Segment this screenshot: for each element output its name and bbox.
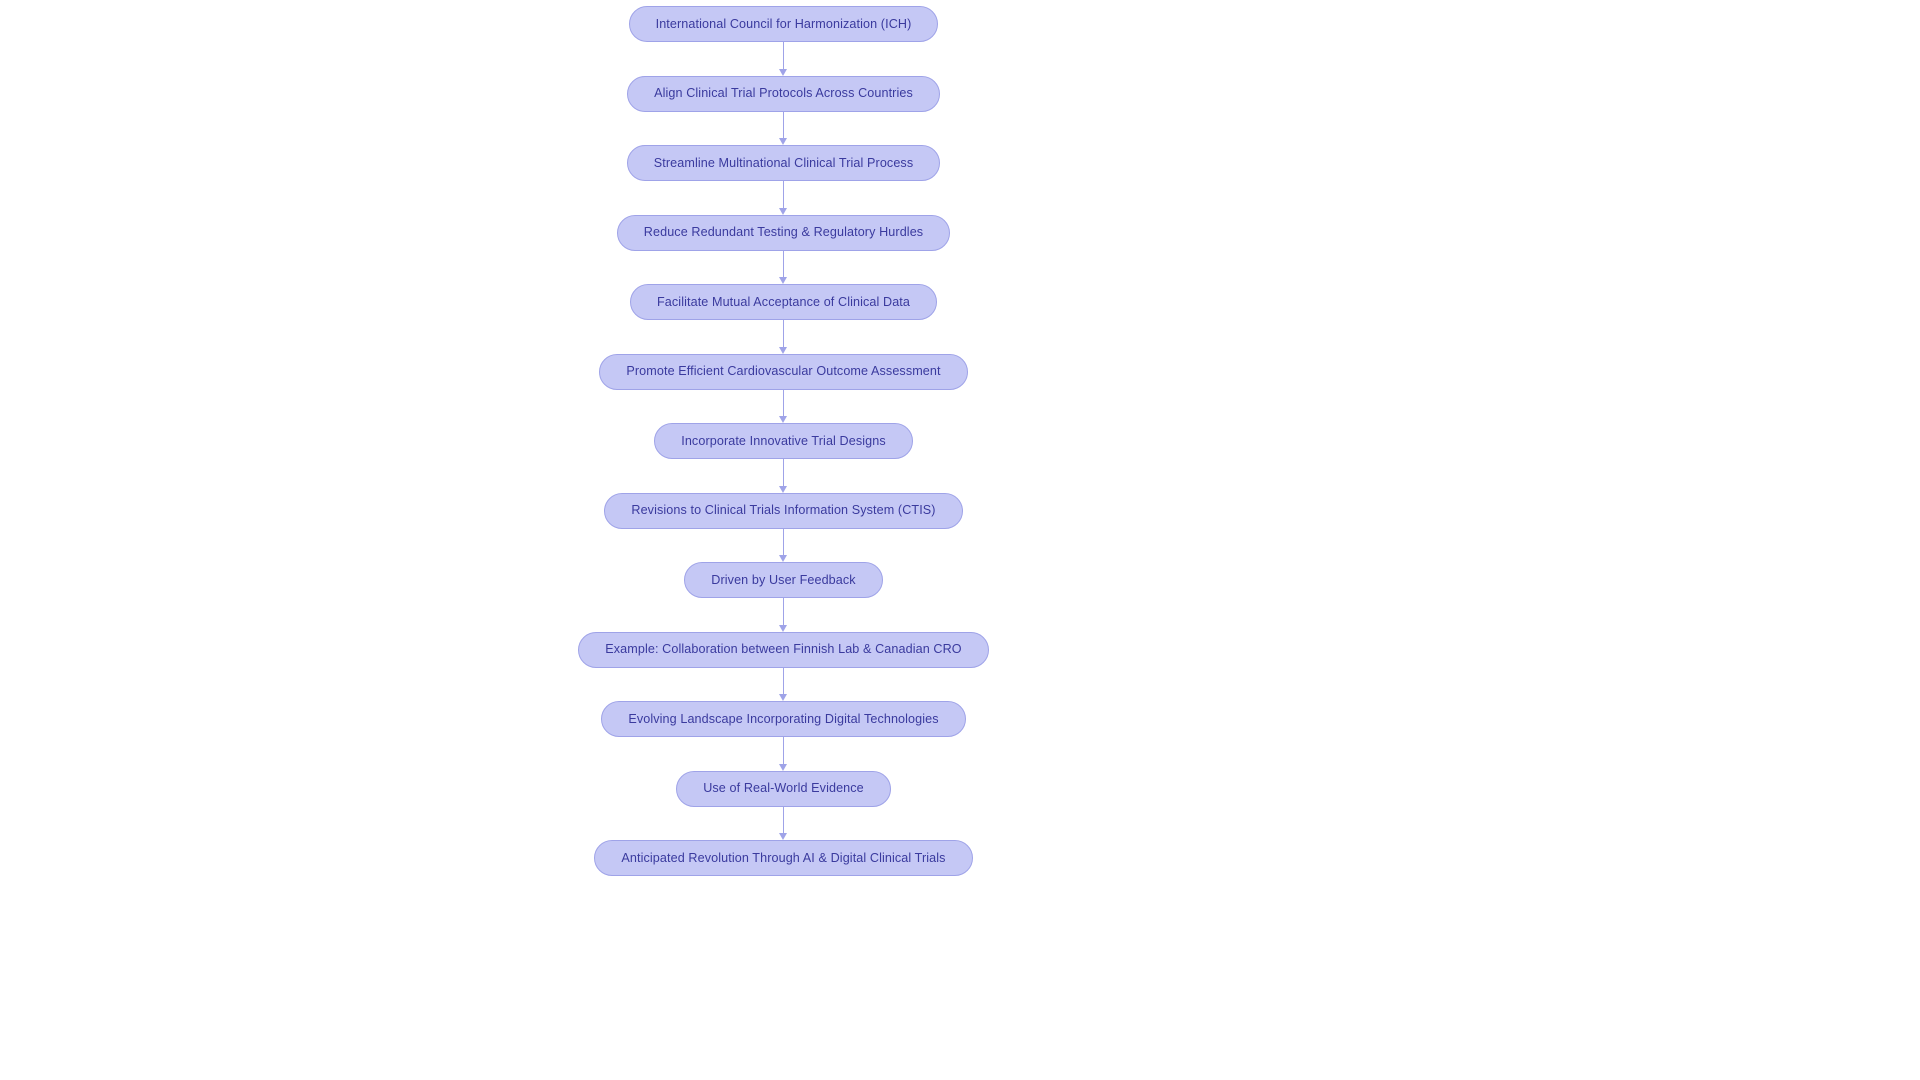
flow-connector-arrow	[779, 598, 789, 632]
flow-connector-arrow	[779, 181, 789, 215]
flowchart-node[interactable]: Align Clinical Trial Protocols Across Co…	[627, 75, 940, 112]
connector-line	[782, 111, 785, 139]
connector-line	[782, 598, 785, 625]
connector-line	[782, 667, 785, 695]
arrow-down-icon	[779, 624, 787, 632]
flowchart-node-label: International Council for Harmonization …	[655, 16, 912, 31]
flowchart-node-label: Align Clinical Trial Protocols Across Co…	[654, 86, 913, 101]
flow-connector-arrow	[779, 737, 789, 771]
flow-connector-arrow	[779, 111, 789, 145]
flowchart-node-chain: International Council for Harmonization …	[0, 6, 1567, 876]
flowchart-node[interactable]: Anticipated Revolution Through AI & Digi…	[594, 840, 973, 876]
flow-connector-arrow	[779, 528, 789, 562]
flow-connector-arrow	[779, 459, 789, 493]
arrow-down-icon	[779, 555, 787, 562]
arrow-down-icon	[779, 346, 787, 354]
flowchart-node-label: Revisions to Clinical Trials Information…	[631, 503, 936, 518]
flowchart-node[interactable]: Use of Real-World Evidence	[676, 770, 891, 807]
flowchart-node[interactable]: Revisions to Clinical Trials Information…	[604, 492, 963, 529]
flowchart-node-label: Anticipated Revolution Through AI & Digi…	[621, 850, 946, 865]
arrow-down-icon	[779, 694, 787, 701]
arrow-down-icon	[779, 833, 787, 840]
arrow-down-icon	[779, 485, 787, 493]
arrow-down-icon	[779, 416, 787, 423]
connector-line	[782, 459, 785, 486]
connector-line	[782, 806, 785, 834]
flow-connector-arrow	[779, 667, 789, 701]
flowchart-canvas: International Council for Harmonization …	[0, 0, 1920, 1080]
flowchart-node-label: Use of Real-World Evidence	[703, 781, 864, 796]
flowchart-node[interactable]: Reduce Redundant Testing & Regulatory Hu…	[616, 214, 951, 251]
flowchart-node[interactable]: Example: Collaboration between Finnish L…	[578, 631, 989, 668]
flowchart-node-label: Streamline Multinational Clinical Trial …	[653, 155, 914, 170]
connector-line	[782, 528, 785, 556]
connector-line	[782, 250, 785, 278]
connector-line	[782, 389, 785, 417]
flowchart-node[interactable]: Incorporate Innovative Trial Designs	[654, 423, 913, 459]
connector-line	[782, 737, 785, 764]
arrow-down-icon	[779, 207, 787, 215]
flowchart-node-label: Evolving Landscape Incorporating Digital…	[628, 711, 939, 726]
connector-line	[782, 181, 785, 208]
flowchart-node[interactable]: Streamline Multinational Clinical Trial …	[626, 145, 941, 181]
flowchart-node[interactable]: Evolving Landscape Incorporating Digital…	[601, 701, 966, 737]
flow-connector-arrow	[779, 42, 789, 76]
arrow-down-icon	[779, 68, 787, 76]
flowchart-node-label: Example: Collaboration between Finnish L…	[605, 642, 962, 657]
flowchart-node-label: Incorporate Innovative Trial Designs	[681, 433, 886, 448]
connector-line	[782, 42, 785, 69]
flowchart-node-label: Promote Efficient Cardiovascular Outcome…	[626, 364, 941, 379]
connector-line	[782, 320, 785, 347]
flow-connector-arrow	[779, 389, 789, 423]
flowchart-node[interactable]: Promote Efficient Cardiovascular Outcome…	[599, 353, 968, 390]
arrow-down-icon	[779, 277, 787, 284]
flowchart-node-label: Facilitate Mutual Acceptance of Clinical…	[657, 294, 910, 309]
arrow-down-icon	[779, 138, 787, 145]
flow-connector-arrow	[779, 250, 789, 284]
flowchart-node[interactable]: International Council for Harmonization …	[628, 6, 939, 42]
arrow-down-icon	[779, 763, 787, 771]
flowchart-node-label: Driven by User Feedback	[711, 572, 856, 587]
flow-connector-arrow	[779, 806, 789, 840]
flowchart-node[interactable]: Facilitate Mutual Acceptance of Clinical…	[630, 284, 937, 320]
flowchart-node-label: Reduce Redundant Testing & Regulatory Hu…	[643, 225, 924, 240]
flow-connector-arrow	[779, 320, 789, 354]
flowchart-node[interactable]: Driven by User Feedback	[684, 562, 883, 598]
